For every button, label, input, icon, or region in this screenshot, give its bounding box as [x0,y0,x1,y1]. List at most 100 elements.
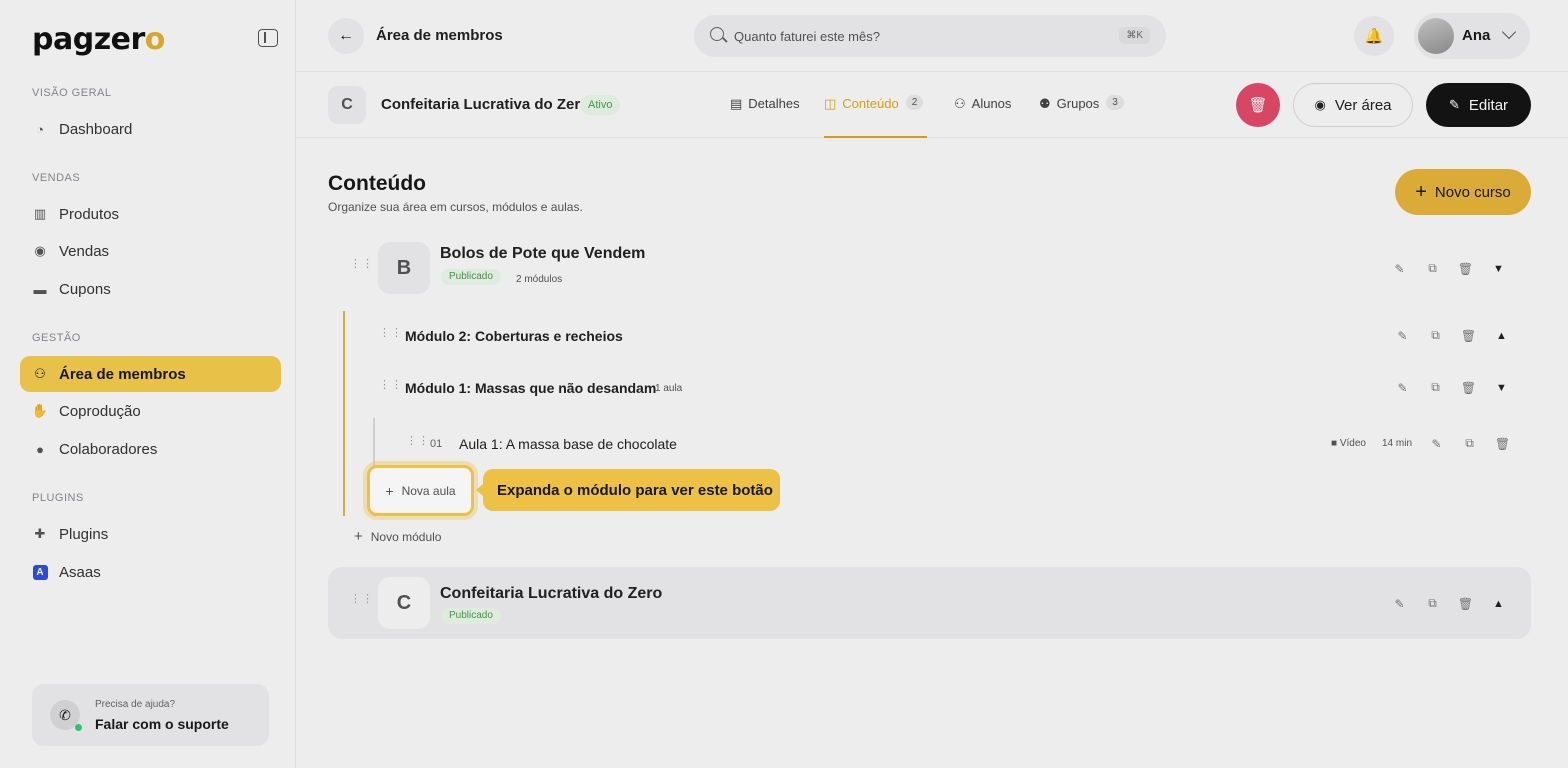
group-icon: ⚉ [1039,96,1051,111]
caret-up-icon[interactable]: ▲ [1493,327,1510,344]
arrow-left-icon: ← [338,27,354,44]
lesson-count: 1 aula [655,383,683,394]
plus-icon: + [385,482,394,499]
pencil-icon[interactable]: ✎ [1391,260,1408,277]
user-menu[interactable]: Ana [1414,13,1530,59]
module-tree-line [343,311,345,516]
sidebar-item-cupons[interactable]: ▬ Cupons [20,271,281,307]
members-icon: ⚇ [34,366,46,381]
trash-icon[interactable]: 🗑 [1460,379,1477,396]
caret-up-icon[interactable]: ▲ [1490,595,1507,612]
caret-down-icon[interactable]: ▼ [1490,260,1507,277]
course-name: Bolos de Pote que Vendem [440,245,646,262]
sidebar-item-asaas[interactable]: A Asaas [20,554,281,590]
support-hint: Precisa de ajuda? [95,699,176,710]
tab-alunos[interactable]: ⚇ Alunos [954,96,1011,138]
logo[interactable]: pagzero [32,22,165,57]
caret-down-icon[interactable]: ▼ [1493,379,1510,396]
drag-handle-icon[interactable]: ⋮⋮ [350,259,373,274]
section-label-overview: VISÃO GERAL [32,87,112,99]
back-button[interactable]: ← [328,18,364,54]
lesson-number: 01 [430,438,443,450]
support-link[interactable]: Falar com o suporte [95,716,229,732]
pencil-icon[interactable]: ✎ [1394,327,1411,344]
lesson-duration: 14 min [1382,438,1413,449]
video-icon: ■ [1331,438,1340,449]
status-badge: Publicado [441,269,501,285]
product-avatar: C [328,86,366,124]
drag-handle-icon[interactable]: ⋮⋮ [379,380,402,395]
copy-icon[interactable]: ⧉ [1424,260,1441,277]
sidebar-collapse-icon[interactable] [258,29,278,47]
sidebar-item-dashboard[interactable]: ◔ Dashboard [20,111,281,147]
handshake-icon: ✋ [31,403,49,418]
search-shortcut: ⌘K [1119,27,1150,44]
copy-icon[interactable]: ⧉ [1424,595,1441,612]
tab-count: 2 [905,95,924,110]
tab-detalhes[interactable]: ▤ Detalhes [730,96,800,138]
copy-icon[interactable]: ⧉ [1427,327,1444,344]
search-input[interactable] [734,25,1094,47]
new-lesson-button[interactable]: + Nova aula [367,465,474,516]
delete-product-button[interactable]: 🗑 [1236,83,1280,127]
pencil-icon[interactable]: ✎ [1391,595,1408,612]
sidebar-item-coproducao[interactable]: ✋ Coprodução [20,393,281,429]
view-area-button[interactable]: ◉ Ver área [1293,83,1413,127]
plus-icon: + [354,528,363,545]
products-icon: ▥ [33,206,47,221]
drag-handle-icon[interactable]: ⋮⋮ [350,594,373,609]
asaas-icon: A [32,564,48,580]
status-badge: Ativo [580,95,621,115]
sidebar-item-area-de-membros[interactable]: ⚇ Área de membros [20,356,281,392]
pencil-icon[interactable]: ✎ [1428,435,1445,452]
sidebar-item-vendas[interactable]: ◉ Vendas [20,233,281,269]
puzzle-icon: ✚ [34,526,46,541]
module-count: 2 módulos [516,274,563,285]
sidebar-item-colaboradores[interactable]: ● Colaboradores [20,431,281,467]
section-label-management: GESTÃO [32,332,81,344]
edit-button[interactable]: ✎ Editar [1426,83,1531,127]
trash-icon[interactable]: 🗑 [1457,595,1474,612]
module-name[interactable]: Módulo 2: Coberturas e recheios [405,328,623,344]
collaborators-icon: ● [36,441,44,457]
tab-grupos[interactable]: ⚉ Grupos 3 [1039,95,1124,138]
trash-icon[interactable]: 🗑 [1460,327,1477,344]
sidebar-item-produtos[interactable]: ▥ Produtos [20,196,281,232]
content-subtitle: Organize sua área em cursos, módulos e a… [328,200,583,214]
course-avatar: B [378,242,430,294]
course-actions: ✎ ⧉ 🗑 ▲ [1391,595,1507,612]
plus-icon: + [1415,181,1427,203]
document-icon: ▤ [730,96,743,111]
lesson-actions: ✎ ⧉ 🗑 [1428,435,1511,452]
content-title: Conteúdo [328,172,426,195]
dashboard-icon: ◔ [36,121,44,137]
module-name[interactable]: Módulo 1: Massas que não desandam [405,380,656,396]
search-icon [710,27,724,41]
product-header: C Confeitaria Lucrativa do Zero Ativo ▤ D… [296,72,1568,138]
online-status-dot [75,724,82,731]
avatar [1418,18,1454,54]
tab-conteudo[interactable]: ◫ Conteúdo 2 [824,95,928,138]
lesson-name[interactable]: Aula 1: A massa base de chocolate [459,436,677,452]
book-icon: ◫ [824,96,837,111]
users-icon: ⚇ [954,96,966,111]
pencil-icon[interactable]: ✎ [1394,379,1411,396]
search-bar[interactable]: ⌘K [694,15,1166,57]
new-course-button[interactable]: + Novo curso [1395,169,1531,215]
trash-icon[interactable]: 🗑 [1494,435,1511,452]
drag-handle-icon[interactable]: ⋮⋮ [406,436,429,451]
course-row[interactable]: ⋮⋮ B Bolos de Pote que Vendem Publicado … [328,232,1531,304]
drag-handle-icon[interactable]: ⋮⋮ [379,328,402,343]
copy-icon[interactable]: ⧉ [1461,435,1478,452]
sidebar: pagzero VISÃO GERAL ◔ Dashboard VENDAS ▥ P… [0,0,296,768]
user-name: Ana [1462,27,1491,44]
notifications-button[interactable]: 🔔 [1354,16,1394,56]
copy-icon[interactable]: ⧉ [1427,379,1444,396]
onboarding-tooltip: Expanda o módulo para ver este botão [476,469,780,511]
sidebar-item-plugins[interactable]: ✚ Plugins [20,516,281,552]
course-row[interactable]: ⋮⋮ C Confeitaria Lucrativa do Zero Publi… [328,567,1531,639]
status-badge: Publicado [441,608,501,624]
trash-icon[interactable]: 🗑 [1457,260,1474,277]
support-card[interactable]: ✆ Precisa de ajuda? Falar com o suporte [32,684,269,746]
new-module-button[interactable]: + Novo módulo [354,528,441,545]
